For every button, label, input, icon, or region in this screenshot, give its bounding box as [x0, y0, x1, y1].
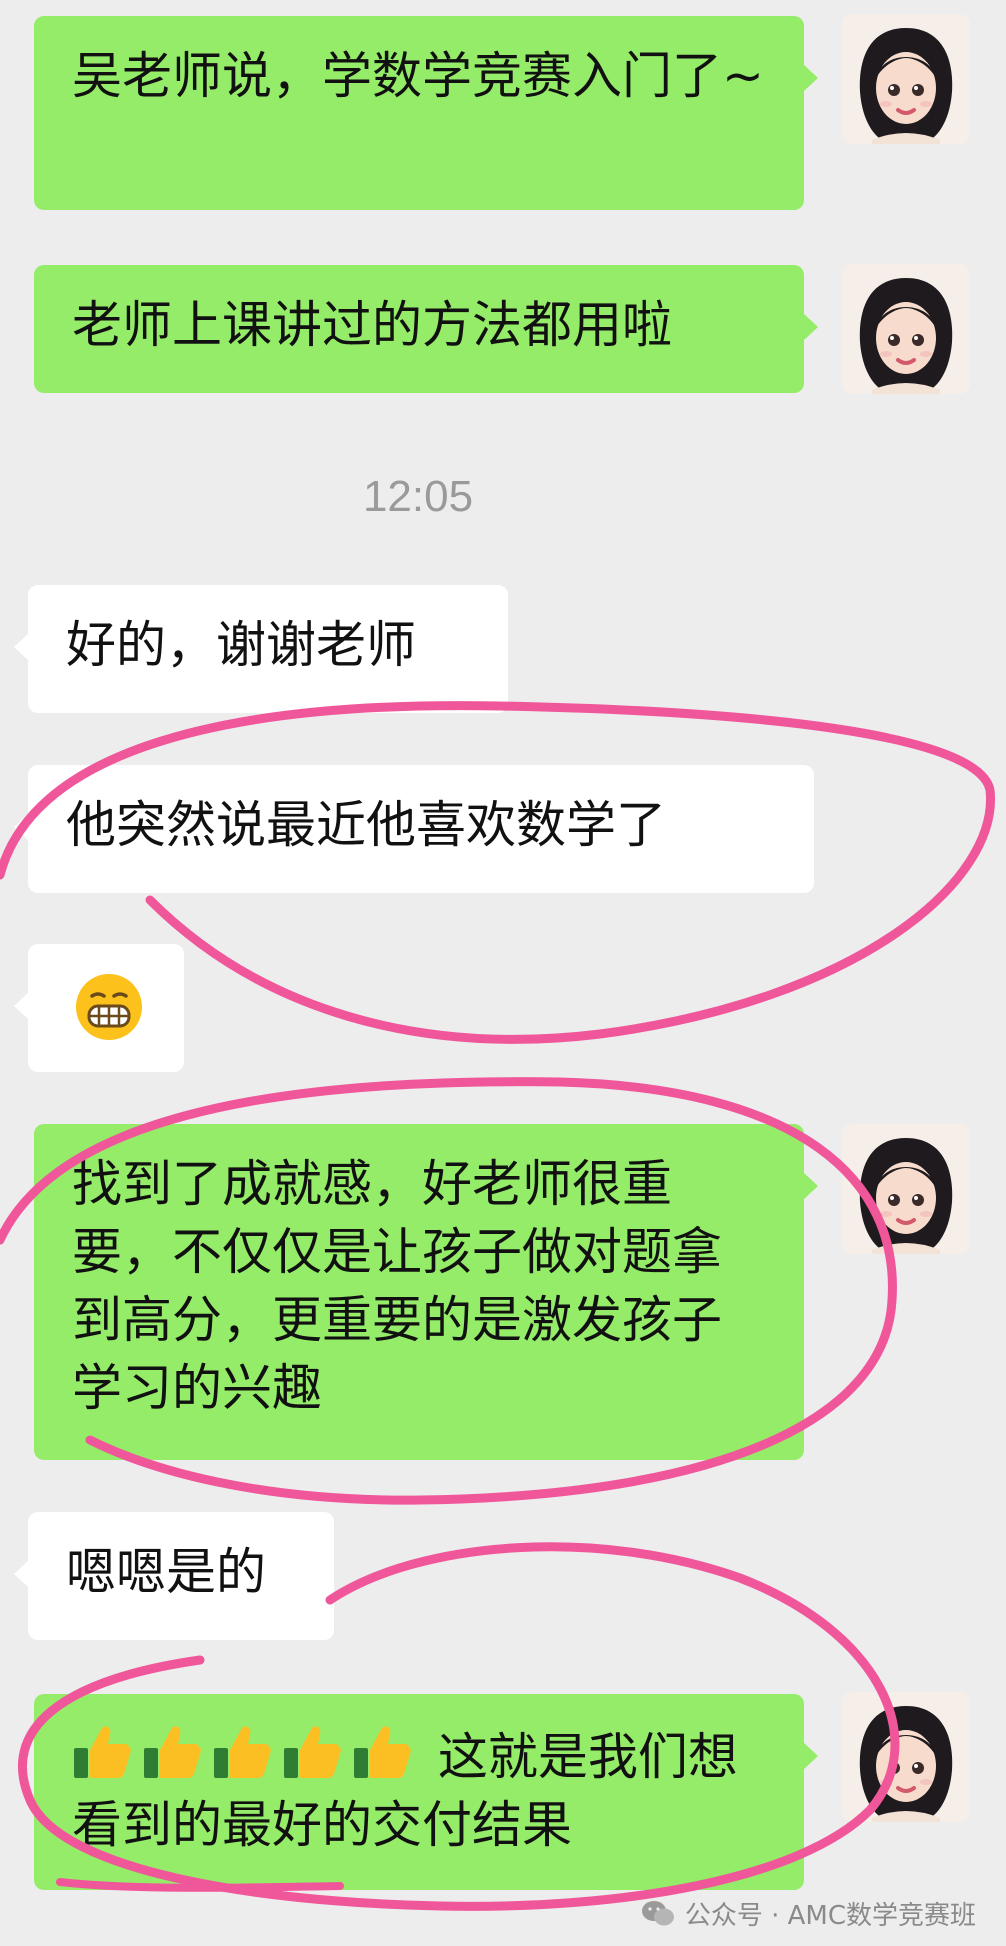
message-text: 嗯嗯是的: [66, 1543, 266, 1601]
message-bubble-incoming[interactable]: [14, 944, 184, 1072]
watermark-text: 公众号 · AMC数学竞赛班: [684, 1901, 976, 1931]
message-text: 老师上课讲过的方法都用啦: [72, 296, 672, 354]
message-bubble-outgoing[interactable]: 吴老师说，学数学竞赛入门了~: [34, 16, 818, 210]
wechat-icon: [641, 1900, 674, 1925]
message-text: 吴老师说，学数学竞赛入门了~: [72, 47, 764, 105]
avatar[interactable]: [842, 14, 970, 144]
thumbs-up-row: [72, 1726, 438, 1786]
chat-view: 吴老师说，学数学竞赛入门了~ 老师上课讲过的方法都用啦 12:05 好的，谢谢老…: [0, 0, 1006, 1946]
message-text: 他突然说最近他喜欢数学了: [66, 796, 666, 854]
thumbs-up-icon: [74, 1726, 131, 1778]
avatar-girl-image: [842, 264, 970, 394]
message-bubble-outgoing[interactable]: 这就是我们想看到的最好的交付结果: [34, 1694, 818, 1890]
avatar-girl-image: [842, 14, 970, 144]
avatar[interactable]: [842, 1124, 970, 1254]
message-bubble-incoming[interactable]: 他突然说最近他喜欢数学了: [14, 765, 814, 893]
message-bubble-outgoing[interactable]: 老师上课讲过的方法都用啦: [34, 265, 818, 393]
thumbs-up-icon: [354, 1726, 411, 1778]
grinning-face-emoji: [76, 974, 142, 1040]
thumbs-up-icon: [144, 1726, 201, 1778]
message-text: 找到了成就感，好老师很重要，不仅仅是让孩子做对题拿到高分，更重要的是激发孩子学习…: [72, 1155, 722, 1417]
watermark: 公众号 · AMC数学竞赛班: [641, 1895, 976, 1932]
message-bubble-incoming[interactable]: 好的，谢谢老师: [14, 585, 508, 713]
avatar[interactable]: [842, 264, 970, 394]
avatar-girl-image: [842, 1692, 970, 1822]
thumbs-up-icon: [214, 1726, 271, 1778]
timestamp: 12:05: [362, 472, 474, 521]
message-bubble-incoming[interactable]: 嗯嗯是的: [14, 1512, 334, 1640]
message-text: 好的，谢谢老师: [66, 616, 416, 674]
thumbs-up-icon: [284, 1726, 341, 1778]
avatar[interactable]: [842, 1692, 970, 1822]
message-bubble-outgoing[interactable]: 找到了成就感，好老师很重要，不仅仅是让孩子做对题拿到高分，更重要的是激发孩子学习…: [34, 1124, 818, 1460]
avatar-girl-image: [842, 1124, 970, 1254]
